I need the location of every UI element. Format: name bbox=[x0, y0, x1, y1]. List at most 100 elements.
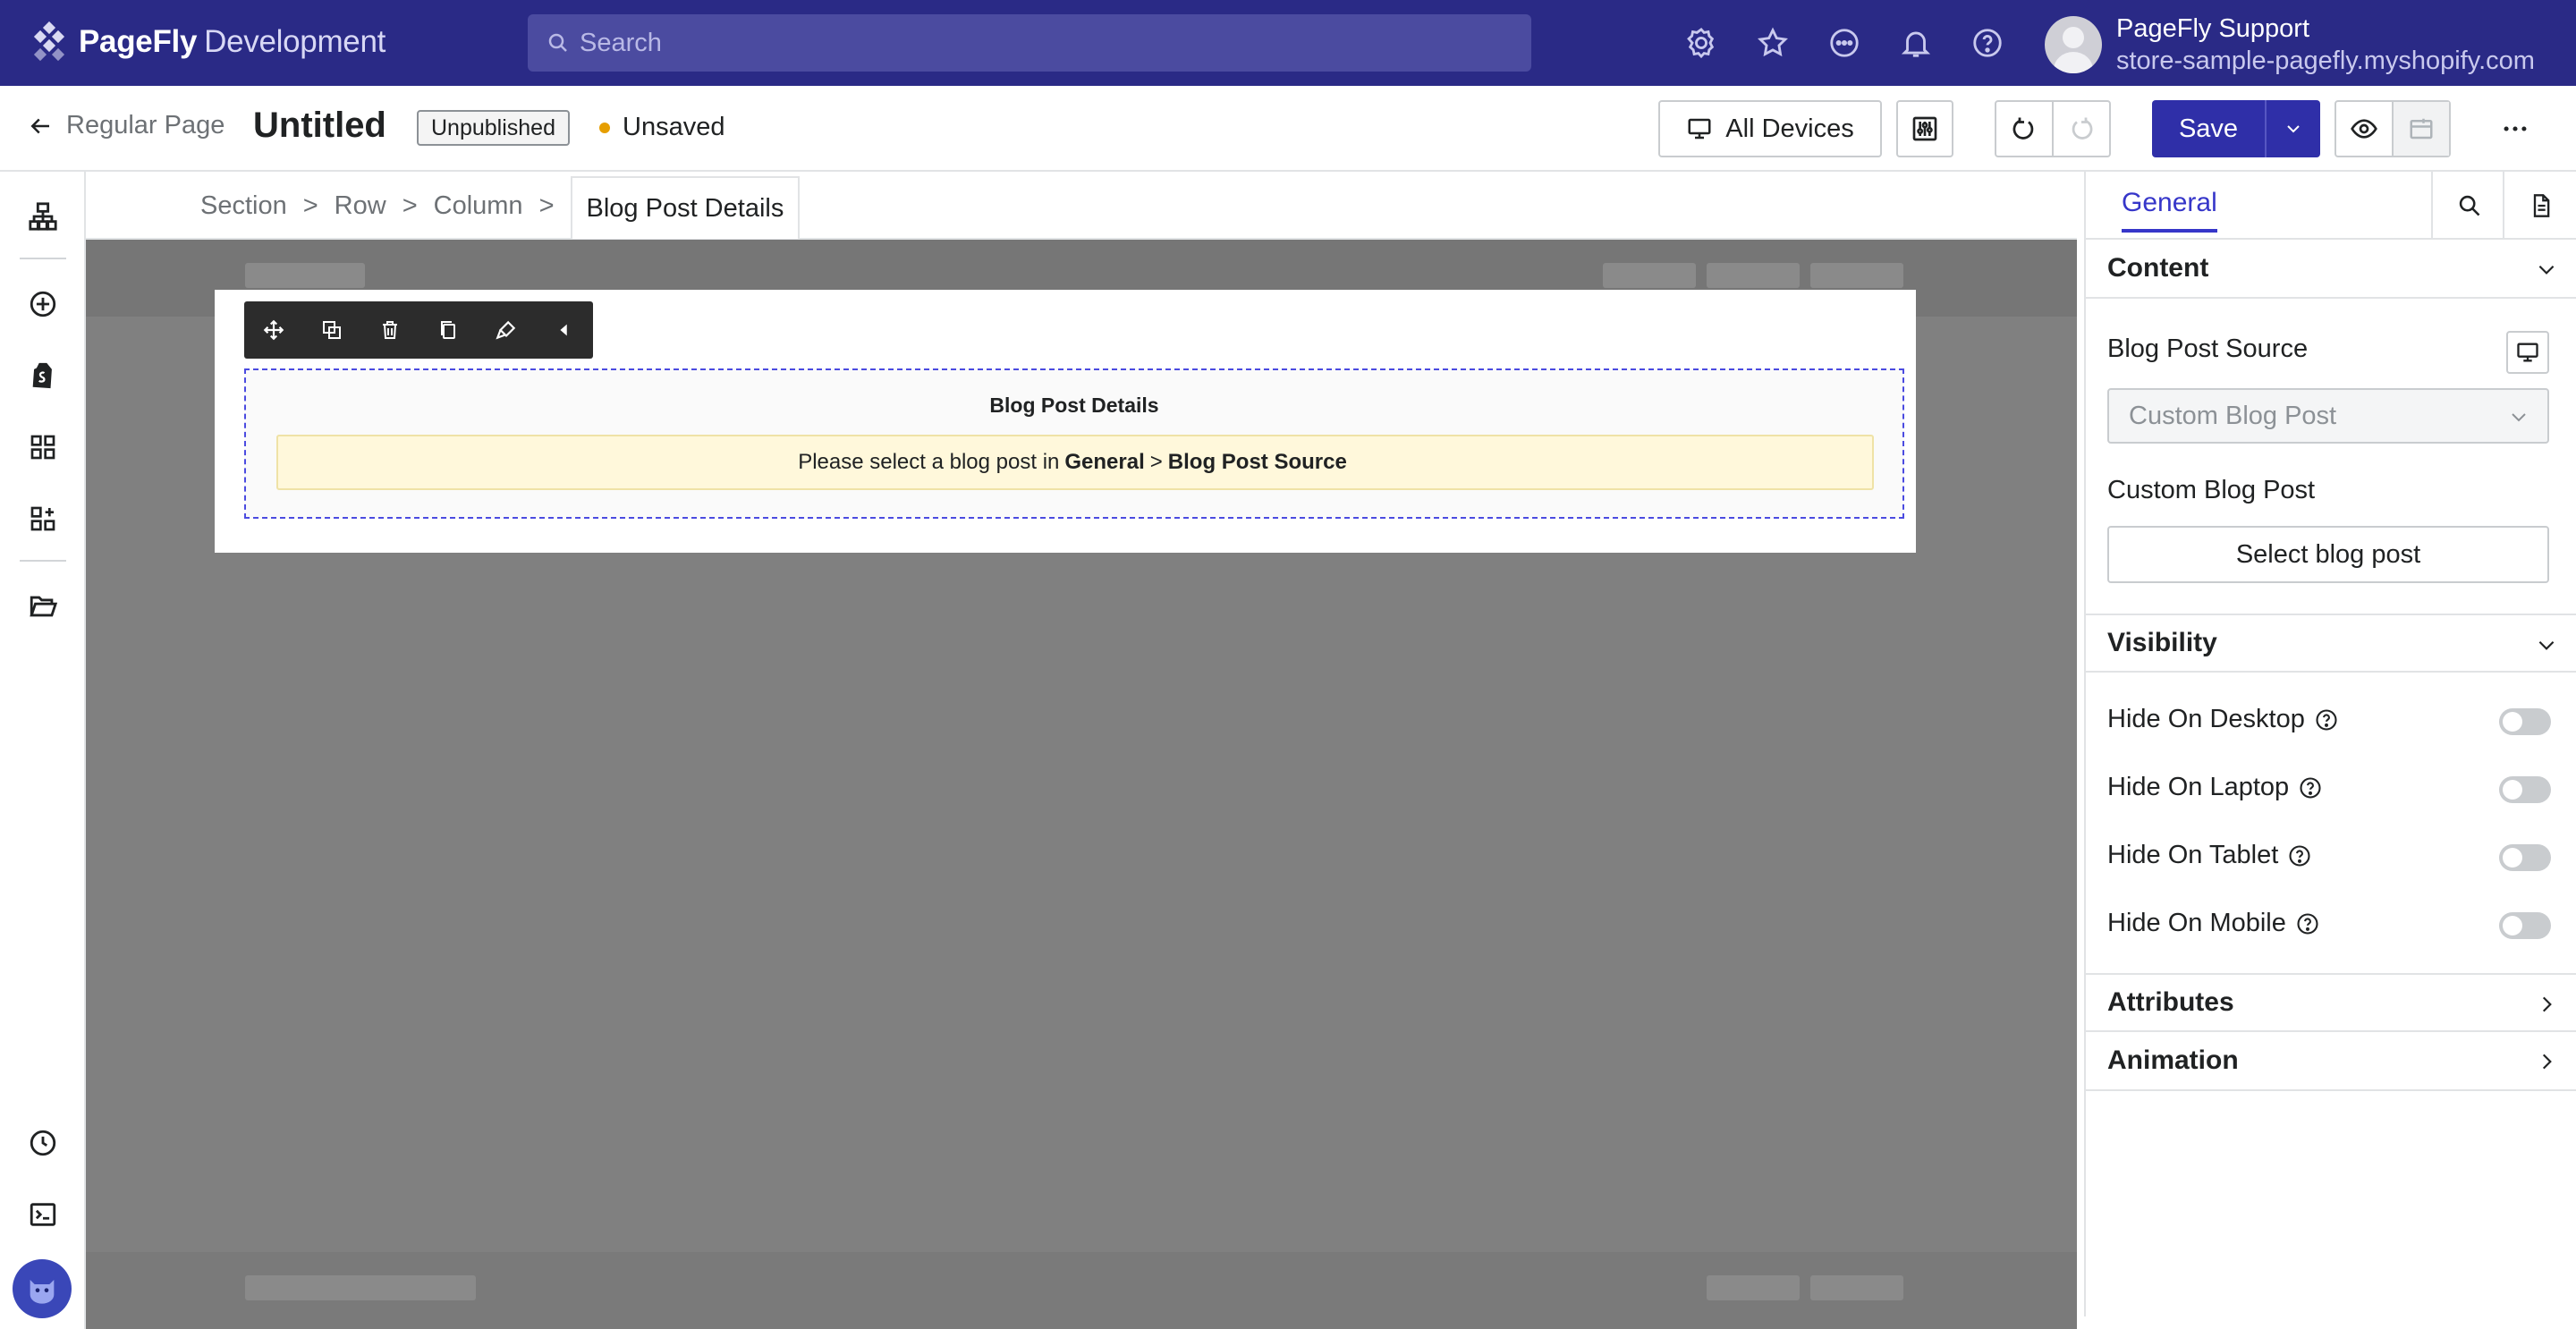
breadcrumb-item-section[interactable]: Section bbox=[200, 191, 287, 221]
gear-icon bbox=[1687, 28, 1715, 59]
tab-general[interactable]: General bbox=[2122, 188, 2217, 233]
chevron-right-icon: > bbox=[538, 190, 555, 220]
inspector-tabs: General bbox=[2086, 172, 2576, 240]
more-horizontal-icon bbox=[2504, 126, 2527, 131]
logo[interactable]: PageFly Development bbox=[29, 21, 386, 63]
blog-post-source-select[interactable]: Custom Blog Post bbox=[2107, 388, 2549, 444]
user-menu[interactable]: PageFly Support store-sample-pagefly.mys… bbox=[2045, 13, 2535, 77]
preview-group bbox=[2334, 100, 2451, 157]
shopify-elements-button[interactable] bbox=[21, 354, 64, 397]
help-button[interactable] bbox=[1968, 23, 2007, 63]
content-section-header[interactable]: Content bbox=[2086, 240, 2576, 299]
hide-on-desktop-toggle[interactable] bbox=[2499, 708, 2551, 735]
notifications-button[interactable] bbox=[1896, 23, 1936, 63]
search-icon bbox=[548, 33, 567, 52]
desktop-icon bbox=[1688, 118, 1711, 140]
env-name: Development bbox=[204, 24, 386, 59]
breadcrumb-current[interactable]: Blog Post Details bbox=[570, 176, 801, 239]
breadcrumb-item-row[interactable]: Row bbox=[335, 191, 386, 221]
back-button[interactable]: Regular Page bbox=[27, 111, 225, 140]
top-icons bbox=[1682, 23, 2007, 63]
delete-button[interactable] bbox=[360, 301, 419, 359]
duplicate-icon bbox=[322, 321, 341, 339]
chevron-down-icon bbox=[2287, 125, 2300, 133]
hide-on-tablet-toggle[interactable] bbox=[2499, 844, 2551, 871]
help-circle-icon[interactable] bbox=[2287, 843, 2312, 868]
redo-button[interactable] bbox=[2052, 102, 2109, 156]
preview-button[interactable] bbox=[2336, 102, 2392, 156]
undo-icon bbox=[2012, 117, 2034, 140]
chat-icon bbox=[1830, 29, 1859, 57]
collapse-toolbar-button[interactable] bbox=[535, 301, 593, 359]
chevron-right-icon: > bbox=[402, 190, 418, 220]
hide-on-laptop-toggle[interactable] bbox=[2499, 776, 2551, 803]
chevron-down-icon bbox=[2538, 265, 2555, 275]
pages-button[interactable] bbox=[21, 585, 64, 628]
hide-on-tablet-label: Hide On Tablet bbox=[2107, 841, 2279, 869]
more-options-button[interactable] bbox=[2487, 100, 2544, 157]
rail-divider bbox=[20, 258, 66, 259]
content-heading: Content bbox=[2107, 253, 2209, 283]
inspector-document-button[interactable] bbox=[2503, 172, 2576, 240]
move-button[interactable] bbox=[244, 301, 302, 359]
live-view-button[interactable] bbox=[2392, 102, 2449, 156]
status-badge: Unpublished bbox=[417, 110, 570, 146]
chevron-right-icon: > bbox=[302, 190, 318, 220]
element-notice: Please select a blog post in General > B… bbox=[276, 435, 1874, 490]
save-button[interactable]: Save bbox=[2152, 100, 2265, 157]
notice-separator: > bbox=[1149, 450, 1163, 474]
canvas-footer-placeholder bbox=[86, 1252, 2077, 1329]
chat-button[interactable] bbox=[1825, 23, 1864, 63]
undo-button[interactable] bbox=[1996, 102, 2052, 156]
save-dropdown-button[interactable] bbox=[2265, 100, 2320, 157]
element-toolbar bbox=[244, 301, 593, 359]
plus-circle-icon bbox=[30, 291, 56, 317]
inspector-search-button[interactable] bbox=[2431, 172, 2506, 240]
blog-post-details-element[interactable]: Blog Post Details Please select a blog p… bbox=[244, 368, 1904, 519]
chevron-right-icon bbox=[2542, 1054, 2552, 1070]
bell-icon bbox=[1901, 31, 1931, 57]
hide-on-mobile-toggle[interactable] bbox=[2499, 912, 2551, 939]
attributes-section-header[interactable]: Attributes bbox=[2086, 973, 2576, 1032]
notice-text: Please select a blog post in bbox=[798, 450, 1060, 474]
help-circle-icon[interactable] bbox=[2298, 775, 2323, 800]
history-button[interactable] bbox=[21, 1122, 64, 1164]
all-devices-button[interactable]: All Devices bbox=[1658, 100, 1882, 157]
back-label: Regular Page bbox=[66, 111, 225, 140]
custom-blog-post-label: Custom Blog Post bbox=[2107, 476, 2316, 504]
device-scope-button[interactable] bbox=[2506, 331, 2549, 374]
layers-button[interactable] bbox=[21, 195, 64, 238]
notice-source: Blog Post Source bbox=[1167, 450, 1347, 474]
editor-header: Regular Page Untitled Unpublished Unsave… bbox=[0, 86, 2576, 172]
apps-button[interactable] bbox=[21, 497, 64, 540]
style-button[interactable] bbox=[477, 301, 535, 359]
assistant-avatar[interactable] bbox=[13, 1259, 72, 1318]
help-circle-icon[interactable] bbox=[2314, 707, 2339, 732]
hide-on-laptop-label: Hide On Laptop bbox=[2107, 773, 2290, 801]
add-element-button[interactable] bbox=[21, 283, 64, 326]
left-rail bbox=[0, 172, 86, 1329]
search-input[interactable]: Search bbox=[528, 14, 1531, 72]
desktop-icon bbox=[2517, 343, 2538, 362]
duplicate-button[interactable] bbox=[302, 301, 360, 359]
brand-name: PageFly bbox=[79, 24, 198, 59]
page-settings-button[interactable] bbox=[1896, 100, 1953, 157]
breadcrumb: Section > Row > Column > Blog Post Detai… bbox=[200, 172, 801, 240]
code-editor-button[interactable] bbox=[21, 1193, 64, 1236]
copy-button[interactable] bbox=[419, 301, 477, 359]
visibility-section-header[interactable]: Visibility bbox=[2086, 614, 2576, 673]
help-icon bbox=[1973, 29, 2002, 57]
page-title[interactable]: Untitled bbox=[253, 106, 386, 146]
sitemap-icon bbox=[29, 202, 57, 231]
favorites-button[interactable] bbox=[1753, 23, 1792, 63]
help-circle-icon[interactable] bbox=[2295, 911, 2320, 936]
chevron-right-icon bbox=[2542, 996, 2552, 1012]
sections-button[interactable] bbox=[21, 426, 64, 469]
breadcrumb-item-column[interactable]: Column bbox=[434, 191, 523, 221]
settings-gear-button[interactable] bbox=[1682, 23, 1721, 63]
select-blog-post-button[interactable]: Select blog post bbox=[2107, 526, 2549, 583]
sliders-icon bbox=[1912, 116, 1937, 141]
star-icon bbox=[1758, 27, 1788, 57]
animation-section-header[interactable]: Animation bbox=[2086, 1032, 2576, 1091]
clock-icon bbox=[30, 1130, 56, 1156]
